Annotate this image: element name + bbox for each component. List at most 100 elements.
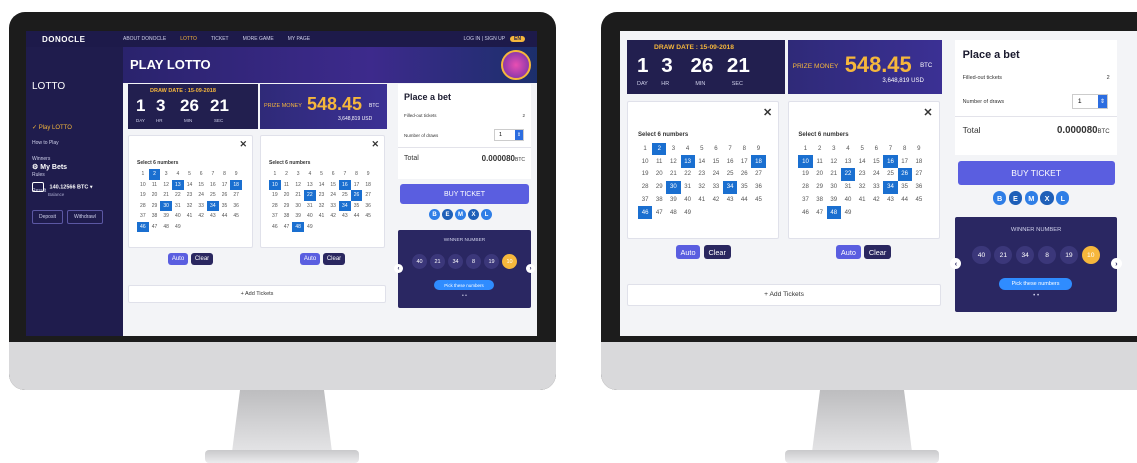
number-cell[interactable]: 5 (184, 169, 196, 180)
number-cell[interactable]: 22 (840, 168, 856, 181)
number-cell[interactable]: 35 (219, 201, 231, 212)
number-cell[interactable]: 1 (638, 143, 652, 156)
number-cell[interactable]: 3 (666, 143, 680, 156)
number-cell[interactable]: 14 (855, 155, 869, 168)
number-cell[interactable]: 33 (709, 181, 723, 194)
number-cell[interactable]: 30 (160, 200, 172, 211)
number-cell[interactable]: 4 (841, 143, 855, 156)
number-cell[interactable]: 35 (898, 181, 912, 194)
add-tickets-button[interactable]: + Add Tickets (128, 285, 386, 303)
number-cell[interactable]: 39 (666, 194, 680, 207)
sidebar-item-rules[interactable]: Rules (32, 172, 45, 178)
number-cell[interactable]: 18 (912, 155, 926, 168)
number-cell[interactable]: 48 (826, 206, 841, 220)
number-cell[interactable]: 49 (681, 206, 695, 219)
number-cell[interactable]: 29 (281, 201, 293, 212)
number-cell[interactable]: 23 (695, 168, 709, 181)
number-cell[interactable]: 40 (304, 211, 316, 222)
number-cell[interactable]: 26 (897, 168, 912, 181)
number-cell[interactable]: 22 (172, 190, 184, 201)
number-cell[interactable]: 46 (137, 221, 149, 232)
number-cell[interactable]: 44 (351, 211, 363, 222)
number-cell[interactable]: 45 (751, 194, 765, 207)
close-icon[interactable]: ✕ (923, 106, 932, 119)
number-cell[interactable]: 26 (219, 190, 231, 201)
number-cell[interactable]: 18 (230, 179, 242, 190)
stepper-icon[interactable]: ⇕ (1097, 95, 1108, 108)
add-tickets-button[interactable]: + Add Tickets (627, 283, 941, 306)
number-cell[interactable]: 21 (666, 168, 680, 181)
number-cell[interactable]: 21 (827, 168, 841, 181)
number-cell[interactable]: 10 (137, 180, 149, 191)
number-cell[interactable]: 12 (827, 155, 841, 168)
number-cell[interactable]: 28 (269, 201, 281, 212)
number-cell[interactable]: 34 (339, 200, 351, 211)
pick-numbers-button[interactable]: Pick these numbers (434, 280, 494, 290)
number-cell[interactable]: 9 (362, 169, 374, 180)
number-cell[interactable]: 3 (292, 169, 304, 180)
number-cell[interactable]: 28 (638, 181, 652, 194)
number-cell[interactable]: 44 (219, 211, 231, 222)
number-cell[interactable]: 33 (869, 181, 883, 194)
stepper-icon[interactable]: ⇕ (515, 130, 523, 140)
number-cell[interactable]: 46 (638, 206, 653, 220)
clear-button[interactable]: Clear (703, 244, 731, 260)
number-cell[interactable]: 3 (827, 143, 841, 156)
number-cell[interactable]: 20 (149, 190, 161, 201)
sidebar-item-how-to-play[interactable]: How to Play (32, 140, 59, 146)
number-cell[interactable]: 46 (269, 222, 281, 233)
brand-logo[interactable]: DONOCLE (26, 35, 123, 44)
number-cell[interactable]: 22 (681, 168, 695, 181)
number-cell[interactable]: 24 (195, 190, 207, 201)
number-cell[interactable]: 17 (351, 180, 363, 191)
number-cell[interactable]: 17 (737, 155, 751, 168)
number-cell[interactable]: 5 (316, 169, 328, 180)
number-cell[interactable]: 49 (841, 206, 855, 219)
number-cell[interactable]: 48 (666, 206, 680, 219)
number-cell[interactable]: 21 (160, 190, 172, 201)
number-cell[interactable]: 11 (813, 155, 827, 168)
number-cell[interactable]: 10 (798, 155, 813, 169)
number-cell[interactable]: 16 (723, 155, 737, 168)
number-cell[interactable]: 48 (160, 222, 172, 233)
login-signup-link[interactable]: LOG IN | SIGN UP (463, 36, 505, 42)
carousel-prev-icon[interactable]: ‹ (950, 258, 962, 270)
close-icon[interactable]: ✕ (763, 106, 772, 119)
number-cell[interactable]: 1 (137, 169, 149, 180)
clear-button[interactable]: Clear (864, 244, 891, 260)
number-cell[interactable]: 45 (362, 211, 374, 222)
number-cell[interactable]: 15 (327, 180, 339, 191)
number-cell[interactable]: 20 (813, 168, 827, 181)
number-cell[interactable]: 19 (638, 168, 652, 181)
number-cell[interactable]: 40 (172, 211, 184, 222)
number-cell[interactable]: 35 (737, 181, 751, 194)
number-cell[interactable]: 41 (695, 194, 709, 207)
number-cell[interactable]: 39 (292, 211, 304, 222)
number-cell[interactable]: 11 (281, 180, 293, 191)
number-cell[interactable]: 49 (304, 222, 316, 233)
number-cell[interactable]: 2 (281, 169, 293, 180)
number-cell[interactable]: 20 (281, 190, 293, 201)
number-cell[interactable]: 36 (912, 181, 926, 194)
number-cell[interactable]: 32 (695, 181, 709, 194)
auto-button[interactable]: Auto (168, 253, 188, 265)
number-cell[interactable]: 34 (207, 200, 219, 211)
language-badge[interactable]: EN (510, 36, 525, 42)
number-cell[interactable]: 16 (883, 155, 898, 169)
number-cell[interactable]: 38 (281, 211, 293, 222)
number-cell[interactable]: 33 (327, 201, 339, 212)
nav-link-more-game[interactable]: MORE GAME (243, 36, 274, 42)
number-cell[interactable]: 25 (207, 190, 219, 201)
number-cell[interactable]: 37 (137, 211, 149, 222)
number-cell[interactable]: 43 (207, 211, 219, 222)
number-cell[interactable]: 25 (883, 168, 897, 181)
number-cell[interactable]: 6 (869, 143, 883, 156)
buy-ticket-button[interactable]: BUY TICKET (400, 184, 529, 204)
nav-link-lotto[interactable]: LOTTO (180, 36, 197, 42)
number-cell[interactable]: 9 (912, 143, 926, 156)
sidebar-item-play-lotto[interactable]: ✓ Play LOTTO (32, 124, 72, 131)
carousel-next-icon[interactable]: › (1110, 258, 1122, 270)
number-cell[interactable]: 39 (827, 194, 841, 207)
number-cell[interactable]: 33 (195, 201, 207, 212)
number-cell[interactable]: 42 (709, 194, 723, 207)
